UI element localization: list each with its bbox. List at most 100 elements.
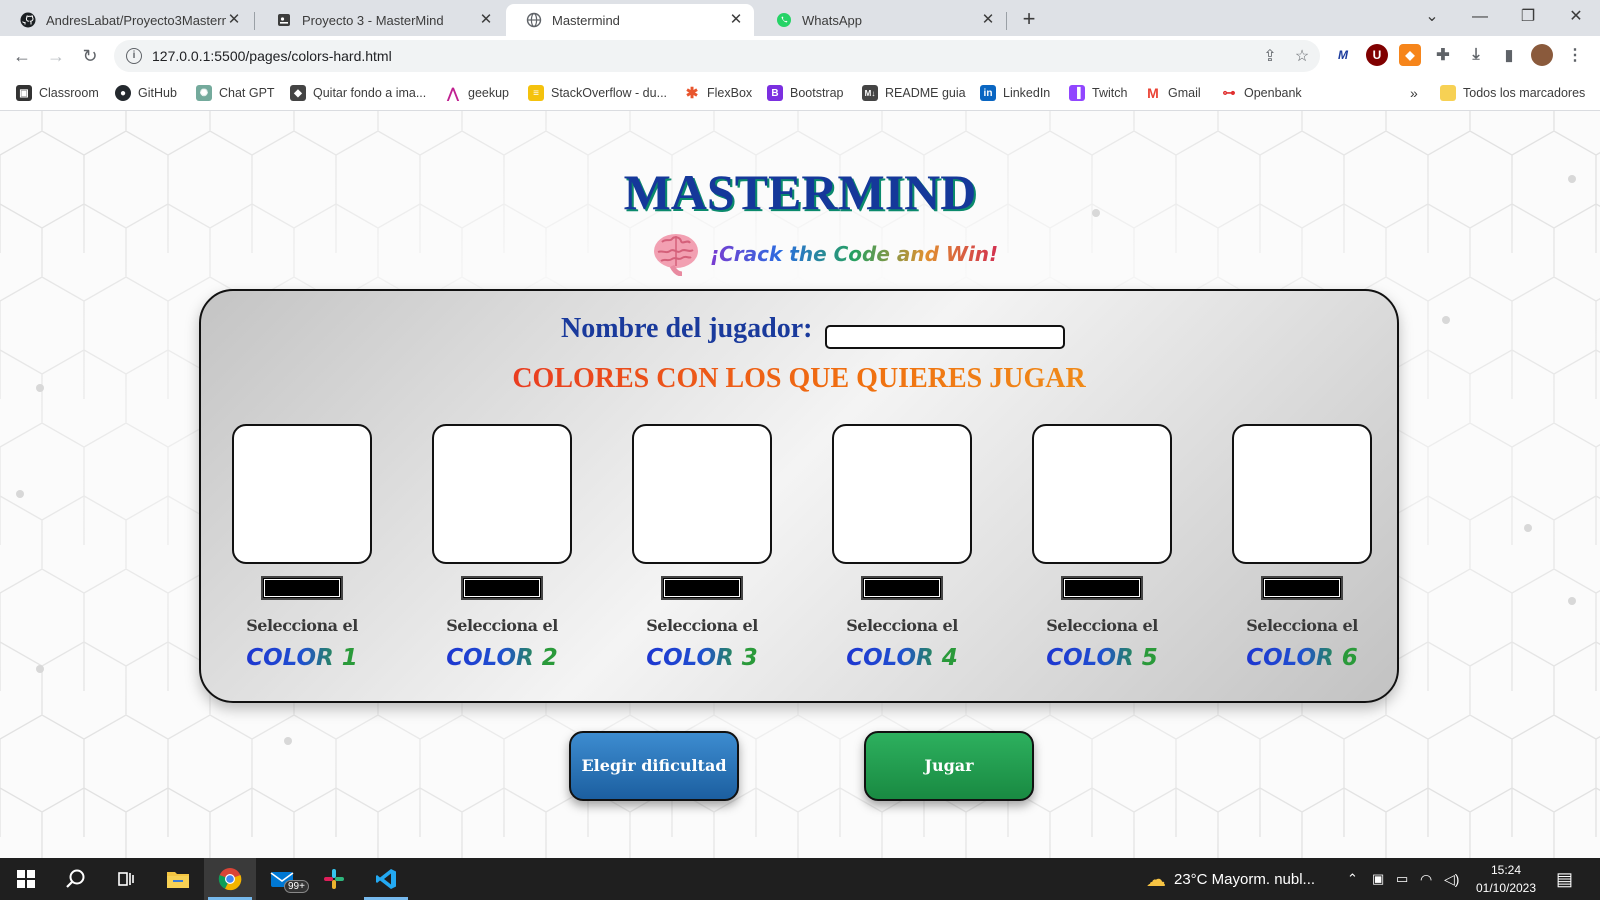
all-bookmarks-folder[interactable]: Todos los marcadores: [1440, 83, 1585, 103]
search-icon[interactable]: [50, 858, 102, 900]
bookmark-linkedin[interactable]: in LinkedIn: [980, 83, 1050, 103]
show-hidden-icons[interactable]: ⌃: [1347, 858, 1358, 900]
bookmark-geekup[interactable]: ⋀ geekup: [445, 83, 509, 103]
tab-title: WhatsApp: [802, 12, 862, 28]
color-preview: [832, 424, 972, 564]
whatsapp-icon: [776, 12, 792, 28]
bookmark-stackoverflow[interactable]: ≡ StackOverflow - du...: [528, 83, 667, 103]
extensions-puzzle-icon[interactable]: ✚: [1432, 44, 1454, 66]
color-picker-input[interactable]: [661, 576, 743, 600]
forward-button[interactable]: →: [44, 44, 68, 68]
color-slot-6: Selecciona el COLOR 6: [1232, 424, 1372, 671]
color-picker-input[interactable]: [861, 576, 943, 600]
bookmark-chatgpt[interactable]: ✺ Chat GPT: [196, 83, 275, 103]
linkedin-icon: in: [980, 85, 996, 101]
movistar-extension-icon[interactable]: M: [1332, 44, 1354, 66]
clock-date: 01/10/2023: [1475, 881, 1537, 895]
bookmark-label: FlexBox: [707, 86, 753, 100]
mail-icon[interactable]: 99+: [256, 858, 309, 900]
metamask-extension-icon[interactable]: ◆: [1399, 44, 1421, 66]
bookmark-github[interactable]: ● GitHub: [115, 83, 177, 103]
meet-now-icon[interactable]: ▣: [1372, 858, 1384, 900]
close-tab-icon[interactable]: ✕: [980, 12, 996, 28]
share-icon[interactable]: ⇪: [1260, 46, 1280, 66]
mail-badge: 99+: [284, 880, 309, 893]
reload-button[interactable]: ↻: [78, 44, 102, 68]
bookmark-label: Classroom: [39, 86, 99, 100]
tab-search-icon[interactable]: ⌄: [1412, 4, 1452, 30]
play-button[interactable]: Jugar: [864, 731, 1034, 801]
notifications-icon[interactable]: ▤: [1556, 858, 1573, 900]
color-picker-input[interactable]: [1261, 576, 1343, 600]
bookmark-twitch[interactable]: ▐ Twitch: [1069, 83, 1127, 103]
profile-avatar[interactable]: [1531, 44, 1553, 66]
wifi-icon[interactable]: ◠: [1420, 858, 1432, 900]
bookmark-openbank[interactable]: ⊶ Openbank: [1221, 83, 1302, 103]
bookmark-label: Twitch: [1092, 86, 1128, 100]
bookmark-flexbox[interactable]: ✱ FlexBox: [684, 83, 752, 103]
page-title: MASTERMIND: [623, 164, 977, 220]
colors-heading: COLORES CON LOS QUE QUIERES JUGAR: [201, 363, 1397, 395]
slack-icon[interactable]: [308, 858, 360, 900]
bookmark-readme-guia[interactable]: M↓ README guia: [862, 83, 966, 103]
select-label: Selecciona el: [446, 616, 558, 635]
tab-whatsapp[interactable]: WhatsApp ✕: [756, 4, 1006, 36]
close-tab-icon[interactable]: ✕: [478, 12, 494, 28]
bookmark-label: geekup: [468, 86, 510, 100]
volume-icon[interactable]: ◁): [1444, 858, 1459, 900]
close-tab-icon[interactable]: ✕: [728, 12, 744, 28]
select-label: Selecciona el: [1246, 616, 1358, 635]
battery-icon[interactable]: ▭: [1396, 858, 1408, 900]
tab-github-repo[interactable]: AndresLabat/Proyecto3Masterm ✕: [0, 4, 252, 36]
close-window-button[interactable]: ✕: [1556, 4, 1596, 30]
browser-toolbar: ← → ↻ i 127.0.0.1:5500/pages/colors-hard…: [0, 36, 1600, 76]
gmail-icon: M: [1147, 85, 1159, 101]
chatgpt-icon: ✺: [196, 85, 212, 101]
tab-separator: [254, 12, 255, 30]
bookmark-star-icon[interactable]: ☆: [1292, 46, 1312, 66]
bookmark-gmail[interactable]: M Gmail: [1145, 83, 1201, 103]
system-clock[interactable]: 15:24 01/10/2023: [1470, 861, 1542, 897]
tab-mastermind[interactable]: Mastermind ✕: [506, 4, 754, 36]
new-tab-button[interactable]: +: [1016, 6, 1042, 32]
classroom-icon: ▣: [16, 85, 32, 101]
chrome-taskbar-icon[interactable]: [204, 858, 256, 900]
bookmark-bootstrap[interactable]: B Bootstrap: [767, 83, 844, 103]
game-setup-panel: Nombre del jugador: COLORES CON LOS QUE …: [199, 289, 1399, 703]
choose-difficulty-button[interactable]: Elegir dificultad: [569, 731, 739, 801]
tab-proyecto-3[interactable]: Proyecto 3 - MasterMind ✕: [256, 4, 504, 36]
menu-kebab-icon[interactable]: ⋮: [1564, 44, 1586, 66]
bookmark-quitar-fondo[interactable]: ◆ Quitar fondo a ima...: [290, 83, 426, 103]
color-preview: [1232, 424, 1372, 564]
task-view-icon[interactable]: [100, 858, 152, 900]
select-label: Selecciona el: [246, 616, 358, 635]
weather-widget[interactable]: ☁ 23°C Mayorm. nubl...: [1146, 858, 1315, 900]
file-explorer-icon[interactable]: [152, 858, 204, 900]
subtitle-text: ¡Crack the Code and Win!: [710, 242, 999, 266]
color-picker-input[interactable]: [1061, 576, 1143, 600]
restore-button[interactable]: ❐: [1508, 4, 1548, 30]
minimize-button[interactable]: —: [1460, 4, 1500, 30]
back-button[interactable]: ←: [10, 44, 34, 68]
downloads-icon[interactable]: ⤓: [1465, 44, 1487, 66]
side-panel-icon[interactable]: ▮: [1498, 44, 1520, 66]
tab-title: AndresLabat/Proyecto3Masterm: [46, 12, 226, 28]
vscode-icon[interactable]: [360, 858, 412, 900]
close-tab-icon[interactable]: ✕: [226, 12, 242, 28]
windows-start-icon[interactable]: [0, 858, 52, 900]
ublock-extension-icon[interactable]: U: [1366, 44, 1388, 66]
github-icon: ●: [115, 85, 131, 101]
color-picker-input[interactable]: [461, 576, 543, 600]
layers-icon: ◆: [290, 85, 306, 101]
player-name-input[interactable]: [825, 325, 1065, 349]
color-picker-input[interactable]: [261, 576, 343, 600]
address-bar[interactable]: i 127.0.0.1:5500/pages/colors-hard.html …: [114, 40, 1320, 72]
site-info-icon[interactable]: i: [126, 48, 142, 64]
bookmark-classroom[interactable]: ▣ Classroom: [16, 83, 99, 103]
markdown-icon: M↓: [862, 85, 878, 101]
tab-separator: [1006, 12, 1007, 30]
bookmarks-overflow-button[interactable]: »: [1410, 83, 1418, 103]
bookmark-label: Quitar fondo a ima...: [313, 86, 427, 100]
clock-time: 15:24: [1490, 863, 1522, 877]
tab-title: Mastermind: [552, 12, 620, 28]
